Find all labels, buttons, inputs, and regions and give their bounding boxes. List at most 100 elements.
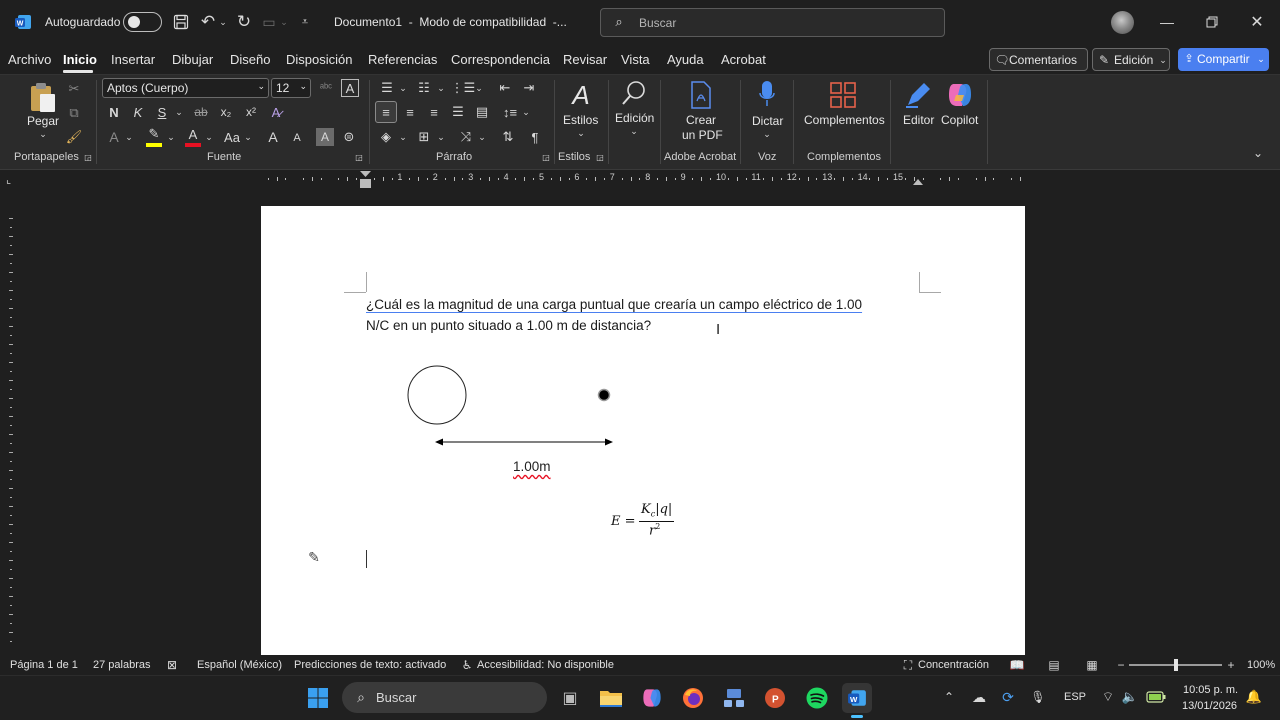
tab-selector-icon[interactable]: ⌞	[6, 173, 11, 186]
highlight-color-button[interactable]: ✎	[143, 126, 165, 148]
tab-diseno[interactable]: Diseño	[230, 52, 270, 67]
share-button[interactable]: ⇪ Compartir ⌄	[1178, 48, 1269, 71]
copilot-button[interactable]: Copilot	[940, 78, 982, 132]
tab-referencias[interactable]: Referencias	[368, 52, 437, 67]
tab-revisar[interactable]: Revisar	[563, 52, 607, 67]
chevron-down-icon[interactable]: ⌄	[474, 81, 484, 95]
text-predictions-status[interactable]: Predicciones de texto: activado	[294, 659, 446, 671]
create-pdf-button[interactable]: Crear un PDF	[678, 78, 724, 142]
picture-dropdown-icon[interactable]: ⌄	[279, 14, 289, 30]
tab-correspondencia[interactable]: Correspondencia	[451, 52, 550, 67]
chevron-down-icon[interactable]: ⌄	[174, 105, 184, 119]
read-mode-icon[interactable]: 📖	[1009, 657, 1025, 673]
multilevel-list-icon[interactable]: ⋮☰	[451, 77, 476, 99]
character-shading-icon[interactable]: A	[316, 128, 334, 146]
redo-icon[interactable]: ↻	[234, 12, 254, 32]
language-status[interactable]: Español (México)	[197, 659, 282, 671]
customize-toolbar-icon[interactable]: ⩡	[298, 12, 312, 32]
show-marks-icon[interactable]: ¶	[524, 126, 546, 148]
styles-aa-icon[interactable]: ᵃᵇᶜ	[315, 77, 337, 99]
accessibility-status[interactable]: Accesibilidad: No disponible	[477, 659, 614, 671]
format-painter-icon[interactable]: 🖌	[63, 126, 85, 148]
dialog-launcher-icon[interactable]: ◲	[83, 152, 93, 162]
chevron-down-icon[interactable]: ⌄	[124, 130, 134, 144]
grow-font-button[interactable]: A	[262, 126, 284, 148]
tab-disposicion[interactable]: Disposición	[286, 52, 352, 67]
italic-button[interactable]: K	[127, 101, 149, 123]
firefox-icon[interactable]	[678, 683, 708, 713]
text-effects-box-icon[interactable]: A	[341, 79, 359, 97]
chevron-down-icon[interactable]: ⌄	[166, 130, 176, 144]
document-page[interactable]: ¿Cuál es la magnitud de una carga puntua…	[261, 206, 1025, 655]
borders-icon[interactable]: ⊞	[413, 126, 435, 148]
increase-indent-icon[interactable]: ⇥	[518, 77, 540, 99]
tab-vista[interactable]: Vista	[621, 52, 650, 67]
text-direction-icon[interactable]: ⤨	[455, 126, 477, 148]
cut-icon[interactable]: ✂	[63, 78, 85, 100]
dictate-button[interactable]: Dictar ⌄	[748, 78, 786, 142]
text-effects-icon[interactable]: A	[103, 126, 125, 148]
superscript-button[interactable]: x²	[240, 101, 262, 123]
picture-icon[interactable]: ▭	[259, 12, 279, 32]
onedrive-icon[interactable]: ☁	[969, 689, 989, 705]
proofing-icon[interactable]: ⊠	[165, 658, 179, 672]
chevron-down-icon[interactable]: ⌄	[243, 130, 253, 144]
clear-formatting-icon[interactable]: A̷	[265, 101, 287, 123]
zoom-level[interactable]: 100%	[1247, 659, 1275, 671]
strikethrough-button[interactable]: ab	[190, 101, 212, 123]
word-count[interactable]: 27 palabras	[93, 659, 151, 671]
spotify-icon[interactable]	[802, 683, 832, 713]
save-icon[interactable]	[171, 12, 191, 32]
font-name-select[interactable]: Aptos (Cuerpo) ⌄	[102, 78, 269, 98]
align-left-icon[interactable]: ≡	[375, 101, 397, 123]
numbering-icon[interactable]: ☷	[413, 77, 435, 99]
zoom-out-button[interactable]: −	[1115, 658, 1127, 672]
font-size-select[interactable]: 12 ⌄	[271, 78, 311, 98]
file-explorer-icon[interactable]	[596, 683, 626, 713]
distributed-icon[interactable]: ▤	[471, 101, 493, 123]
input-language[interactable]: ESP	[1064, 691, 1086, 703]
tab-insertar[interactable]: Insertar	[111, 52, 155, 67]
search-box[interactable]: ⌕ Buscar	[600, 8, 945, 37]
chevron-down-icon[interactable]: ⌄	[398, 130, 408, 144]
autosave-toggle[interactable]	[123, 12, 162, 32]
copilot-draft-icon[interactable]: ✎	[305, 548, 323, 566]
align-center-icon[interactable]: ≡	[399, 101, 421, 123]
dialog-launcher-icon[interactable]: ◲	[595, 152, 605, 162]
tab-inicio[interactable]: Inicio	[63, 52, 97, 67]
page-count[interactable]: Página 1 de 1	[10, 659, 78, 671]
minimize-icon[interactable]: —	[1157, 12, 1177, 32]
document-title[interactable]: Documento1 - Modo de compatibilidad -...	[334, 15, 567, 29]
decrease-indent-icon[interactable]: ⇤	[494, 77, 516, 99]
word-taskbar-icon[interactable]: W	[842, 683, 872, 713]
print-layout-icon[interactable]: ▤	[1046, 657, 1062, 673]
paste-button[interactable]: Pegar ⌄	[24, 80, 62, 140]
microphone-tray-icon[interactable]: 🎙	[1029, 689, 1047, 705]
undo-icon[interactable]: ↶	[198, 12, 218, 32]
align-right-icon[interactable]: ≡	[423, 101, 445, 123]
clock-date[interactable]: 13/01/2026	[1182, 700, 1237, 712]
shading-icon[interactable]: ◈	[375, 126, 397, 148]
focus-mode-button[interactable]: Concentración	[918, 659, 989, 671]
user-avatar[interactable]	[1111, 11, 1134, 34]
sync-icon[interactable]: ⟳	[999, 689, 1017, 705]
chevron-down-icon[interactable]: ⌄	[436, 81, 446, 95]
subscript-button[interactable]: x₂	[215, 101, 237, 123]
enclose-characters-icon[interactable]: ⊜	[338, 126, 360, 148]
tab-archivo[interactable]: Archivo	[8, 52, 51, 67]
chevron-down-icon[interactable]: ⌄	[477, 130, 487, 144]
tab-ayuda[interactable]: Ayuda	[667, 52, 704, 67]
styles-button[interactable]: A Estilos ⌄	[560, 78, 602, 140]
tab-dibujar[interactable]: Dibujar	[172, 52, 213, 67]
line-spacing-icon[interactable]: ↕≡	[499, 101, 521, 123]
editing-mode-button[interactable]: ✎ Edición ⌄	[1092, 48, 1170, 71]
undo-dropdown-icon[interactable]: ⌄	[218, 14, 228, 30]
change-case-button[interactable]: Aa	[221, 126, 243, 148]
notifications-icon[interactable]: 🔔	[1246, 689, 1262, 705]
left-indent-marker[interactable]	[360, 179, 371, 188]
tray-overflow-icon[interactable]: ⌃	[941, 689, 957, 705]
editor-button[interactable]: Editor	[898, 78, 938, 132]
network-app-icon[interactable]	[719, 683, 749, 713]
windows-start-icon[interactable]	[303, 683, 333, 713]
zoom-slider-thumb[interactable]	[1173, 659, 1178, 671]
